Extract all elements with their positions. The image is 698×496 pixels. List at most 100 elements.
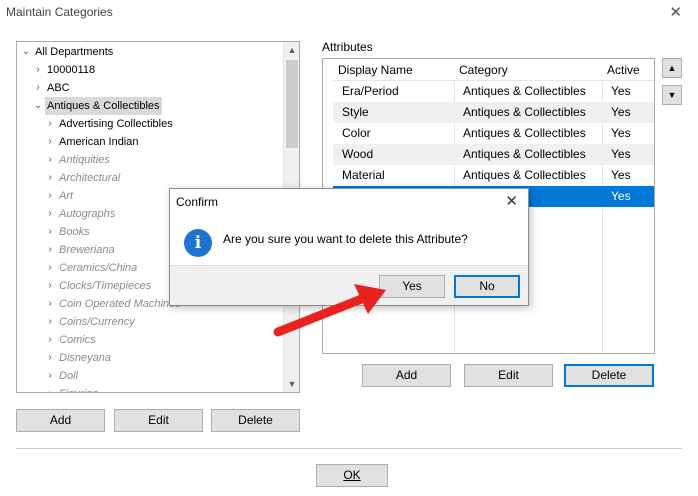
tree-item-label: Comics [59, 334, 96, 346]
chevron-right-icon[interactable]: › [45, 313, 55, 331]
chevron-right-icon[interactable]: › [45, 367, 55, 385]
cell-display-name: Material [342, 168, 385, 182]
ok-button[interactable]: OK [316, 464, 388, 487]
attribute-add-button[interactable]: Add [362, 364, 451, 387]
tree-item-label: Coins/Currency [59, 316, 135, 328]
tree-item-label: ABC [47, 82, 70, 94]
cell-active: Yes [611, 168, 631, 182]
tree-item[interactable]: ›Figurine [17, 385, 283, 392]
tree-item-label: Breweriana [59, 244, 115, 256]
chevron-down-icon[interactable]: ⌄ [21, 43, 31, 61]
chevron-right-icon[interactable]: › [45, 205, 55, 223]
cell-category: Antiques & Collectibles [463, 105, 586, 119]
chevron-right-icon[interactable]: › [45, 295, 55, 313]
column-header-category[interactable]: Category [454, 59, 603, 81]
attribute-row[interactable]: Era/Period Antiques & Collectibles Yes [333, 81, 654, 102]
chevron-right-icon[interactable]: › [45, 259, 55, 277]
tree-item-label: 10000118 [47, 64, 96, 76]
tree-item-label: Doll [59, 370, 78, 382]
tree-item-label: Autographs [59, 208, 116, 220]
pointer-arrow-shaft [273, 293, 369, 337]
chevron-right-icon[interactable]: › [45, 241, 55, 259]
move-down-icon: ▼ [667, 90, 677, 100]
tree-item-label: Ceramics/China [59, 262, 138, 274]
info-icon: i [184, 229, 212, 257]
tree-add-button[interactable]: Add [16, 409, 105, 432]
attributes-label: Attributes [322, 40, 373, 54]
tree-item[interactable]: › Architectural [17, 169, 283, 187]
chevron-right-icon[interactable]: › [45, 349, 55, 367]
chevron-right-icon[interactable]: › [45, 223, 55, 241]
column-header-active[interactable]: Active [602, 59, 654, 81]
cell-active: Yes [611, 105, 631, 119]
tree-item-label: Clocks/Timepieces [59, 280, 152, 292]
pointer-arrow-icon [273, 284, 386, 337]
chevron-right-icon[interactable]: › [45, 133, 55, 151]
footer-divider [16, 448, 682, 449]
cell-active: Yes [611, 84, 631, 98]
tree-item[interactable]: › Advertising Collectibles [17, 115, 283, 133]
attribute-row[interactable]: Style Antiques & Collectibles Yes [333, 102, 654, 123]
attribute-row[interactable]: Material Antiques & Collectibles Yes [333, 165, 654, 186]
tree-item[interactable]: › Doll [17, 367, 283, 385]
column-header-display-name[interactable]: Display Name [333, 59, 455, 81]
cell-category: Antiques & Collectibles [463, 147, 586, 161]
window-close-button[interactable]: ✕ [669, 3, 682, 21]
tree-item[interactable]: › Comics [17, 331, 283, 349]
dialog-no-button[interactable]: No [454, 275, 520, 298]
tree-item[interactable]: › 10000118 [17, 61, 283, 79]
attribute-row[interactable]: Color Antiques & Collectibles Yes [333, 123, 654, 144]
tree-root-all-departments[interactable]: ⌄ All Departments [17, 43, 283, 61]
chevron-right-icon[interactable]: › [45, 277, 55, 295]
tree-item-label: Architectural [59, 172, 121, 184]
tree-item-label: Books [59, 226, 90, 238]
attribute-edit-button[interactable]: Edit [464, 364, 553, 387]
cell-display-name: Style [342, 105, 369, 119]
tree-item[interactable]: › Antiquities [17, 151, 283, 169]
cell-display-name: Color [342, 126, 371, 140]
cell-display-name: Era/Period [342, 84, 399, 98]
tree-item-label: Art [59, 190, 74, 202]
scroll-down-icon[interactable]: ▼ [284, 376, 299, 392]
tree-delete-button[interactable]: Delete [211, 409, 300, 432]
dialog-title: Confirm [176, 195, 219, 209]
tree-item[interactable]: › Coins/Currency [17, 313, 283, 331]
cell-active: Yes [611, 126, 631, 140]
chevron-right-icon[interactable]: › [33, 61, 43, 79]
window-title: Maintain Categories [6, 5, 113, 19]
move-up-icon: ▲ [667, 63, 677, 73]
chevron-right-icon[interactable]: › [45, 187, 55, 205]
attribute-row[interactable]: Wood Antiques & Collectibles Yes [333, 144, 654, 165]
tree-item-label: Coin Operated Machines [59, 298, 181, 310]
chevron-right-icon[interactable]: › [45, 151, 55, 169]
tree-item[interactable]: › ABC [17, 79, 283, 97]
chevron-right-icon[interactable]: › [45, 385, 55, 392]
cell-display-name: Wood [342, 147, 374, 161]
cell-active: Yes [611, 147, 631, 161]
dialog-message: Are you sure you want to delete this Att… [223, 232, 468, 246]
chevron-right-icon[interactable]: › [45, 331, 55, 349]
tree-item[interactable]: › American Indian [17, 133, 283, 151]
move-up-button[interactable]: ▲ [662, 58, 682, 78]
dialog-close-button[interactable]: ✕ [505, 192, 518, 210]
chevron-right-icon[interactable]: › [45, 169, 55, 187]
tree-item[interactable]: › Disneyana [17, 349, 283, 367]
attribute-delete-button[interactable]: Delete [564, 364, 654, 387]
chevron-down-icon[interactable]: ⌄ [33, 97, 43, 115]
tree-item-label: Antiquities [59, 154, 110, 166]
tree-item-label: Advertising Collectibles [59, 118, 173, 130]
chevron-right-icon[interactable]: › [33, 79, 43, 97]
tree-item-label: Figurine [57, 385, 101, 392]
scroll-thumb[interactable] [286, 60, 298, 148]
scroll-up-icon[interactable]: ▲ [284, 42, 299, 58]
tree-item-label: All Departments [35, 46, 114, 58]
tree-item-label: Antiques & Collectibles [45, 97, 162, 115]
move-down-button[interactable]: ▼ [662, 85, 682, 105]
chevron-right-icon[interactable]: › [45, 115, 55, 133]
tree-item[interactable]: ⌄ Antiques & Collectibles [17, 97, 283, 115]
cell-category: Antiques & Collectibles [463, 168, 586, 182]
cell-category: Antiques & Collectibles [463, 126, 586, 140]
tree-item-label: American Indian [59, 136, 139, 148]
tree-item-label: Disneyana [59, 352, 111, 364]
tree-edit-button[interactable]: Edit [114, 409, 203, 432]
